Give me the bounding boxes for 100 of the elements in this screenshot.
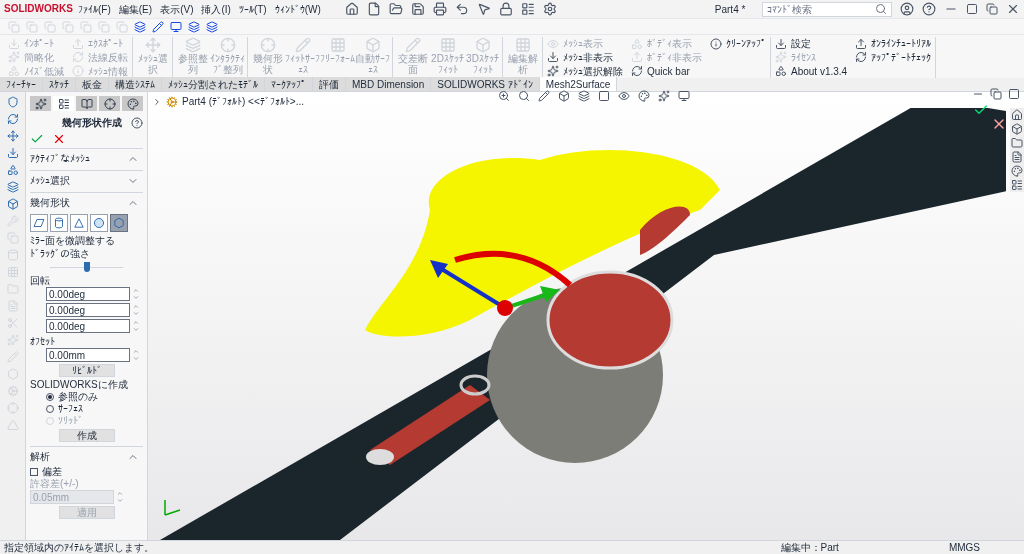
ribbon-tab[interactable]: MBD Dimension bbox=[346, 77, 432, 91]
tool-icon[interactable] bbox=[6, 147, 19, 159]
expand-icon[interactable] bbox=[152, 97, 162, 107]
slider-thumb[interactable] bbox=[83, 262, 90, 272]
shape-button[interactable] bbox=[50, 214, 68, 232]
help-icon[interactable] bbox=[131, 116, 143, 129]
toolbar-icon[interactable] bbox=[520, 2, 535, 16]
task-pane-icon[interactable] bbox=[1011, 109, 1023, 121]
view-tool-icon[interactable] bbox=[598, 90, 610, 102]
editing-status: 編集中：Part bbox=[780, 541, 839, 554]
view-tool-icon[interactable] bbox=[618, 90, 630, 102]
rotation-field[interactable]: 0.00deg bbox=[46, 287, 130, 301]
ribbon-tab[interactable]: ﾌｨｰﾁｬｰ bbox=[0, 77, 43, 91]
menu-item[interactable]: ﾌｧｲﾙ(F) bbox=[78, 1, 111, 17]
ribbon-tab[interactable]: ﾏｰｸｱｯﾌﾟ bbox=[265, 77, 313, 91]
maximize-icon[interactable] bbox=[1008, 88, 1020, 100]
toolbar-icon[interactable] bbox=[454, 2, 469, 16]
ribbon-tab[interactable]: ﾒｯｼｭ分割されたﾓﾃﾞﾙ bbox=[162, 77, 265, 91]
view-tool-icon[interactable] bbox=[658, 90, 670, 102]
maximize-icon[interactable] bbox=[966, 3, 978, 15]
task-pane-icon[interactable] bbox=[1011, 151, 1023, 163]
ribbon-command[interactable]: ｵﾝﾗｲﾝﾁｭｰﾄﾘｱﾙ bbox=[853, 37, 934, 51]
command-icon bbox=[631, 37, 643, 50]
menu-item[interactable]: 挿入(I) bbox=[201, 1, 231, 17]
offset-field[interactable]: 0.00mm bbox=[46, 348, 130, 362]
cylinder-icon bbox=[52, 216, 66, 230]
tool-icon[interactable] bbox=[6, 96, 19, 108]
toolbar-icon[interactable] bbox=[366, 2, 381, 16]
view-tool-icon[interactable] bbox=[538, 90, 550, 102]
toolbar-icon[interactable] bbox=[344, 2, 359, 16]
command-search-field[interactable]: ｺﾏﾝﾄﾞ検索 bbox=[762, 1, 892, 17]
create-button[interactable]: 作成 bbox=[58, 429, 115, 442]
view-tool-icon[interactable] bbox=[558, 90, 570, 102]
menu-item[interactable]: ﾂｰﾙ(T) bbox=[238, 1, 267, 17]
menu-item[interactable]: 表示(V) bbox=[160, 1, 194, 17]
restore-icon[interactable] bbox=[986, 3, 998, 15]
toolbar-icon[interactable] bbox=[170, 20, 182, 33]
menu-item[interactable]: 編集(E) bbox=[118, 1, 153, 17]
toolbar-icon[interactable] bbox=[152, 20, 164, 33]
toolbar-icon[interactable] bbox=[432, 2, 447, 16]
shape-button[interactable] bbox=[70, 214, 88, 232]
rebuild-button[interactable]: ﾘﾋﾞﾙﾄﾞ bbox=[58, 364, 115, 377]
restore-icon[interactable] bbox=[990, 88, 1002, 100]
rotation-field[interactable]: 0.00deg bbox=[46, 303, 130, 317]
view-tool-icon[interactable] bbox=[578, 90, 590, 102]
panel-title: 幾何形状作成 bbox=[62, 116, 122, 130]
account-icon[interactable] bbox=[900, 2, 914, 16]
tool-icon[interactable] bbox=[6, 181, 19, 193]
shape-button[interactable] bbox=[30, 214, 48, 232]
toolbar-icon[interactable] bbox=[206, 20, 218, 33]
panel-tab[interactable] bbox=[53, 96, 74, 111]
ribbon-command[interactable]: ｸﾘｰﾝｱｯﾌﾟ bbox=[708, 37, 768, 51]
ribbon-tab[interactable]: 評価 bbox=[313, 77, 346, 91]
ribbon-tab[interactable]: Mesh2Surface bbox=[539, 77, 618, 91]
units-status[interactable]: MMGS bbox=[948, 541, 980, 554]
toolbar-icon[interactable] bbox=[498, 2, 513, 16]
task-pane-icon[interactable] bbox=[1011, 123, 1023, 135]
ribbon-command[interactable]: Quick bar bbox=[629, 64, 704, 78]
view-tool-icon[interactable] bbox=[678, 90, 690, 102]
close-icon[interactable] bbox=[1006, 2, 1020, 16]
menu-item[interactable]: ｳｨﾝﾄﾞｳ(W) bbox=[274, 1, 321, 17]
drag-strength-label: ﾄﾞﾗｯｸﾞの強さ bbox=[30, 247, 91, 260]
panel-tab[interactable] bbox=[76, 96, 97, 111]
ribbon-tab[interactable]: 板金 bbox=[76, 77, 109, 91]
section-title: 幾何形状 bbox=[30, 196, 70, 210]
ribbon-command[interactable]: About v1.3.4 bbox=[773, 64, 850, 78]
ribbon-tab[interactable]: ｽｹｯﾁ bbox=[43, 77, 76, 91]
toolbar-icon[interactable] bbox=[476, 2, 491, 16]
command-icon bbox=[547, 37, 559, 50]
shape-button[interactable] bbox=[90, 214, 108, 232]
view-tool-icon[interactable] bbox=[638, 90, 650, 102]
tool-icon[interactable] bbox=[6, 113, 19, 125]
task-pane-icon[interactable] bbox=[1011, 165, 1023, 177]
ribbon-command[interactable]: ｱｯﾌﾟﾃﾞｰﾄﾁｪｯｸ bbox=[853, 50, 934, 65]
tree-item[interactable]: Part4 (ﾃﾞﾌｫﾙﾄ) <<ﾃﾞﾌｫﾙﾄ>... bbox=[182, 96, 304, 108]
toolbar-icon[interactable] bbox=[388, 2, 403, 16]
ribbon-tab[interactable]: 構造ｼｽﾃﾑ bbox=[109, 77, 162, 91]
tool-icon[interactable] bbox=[6, 164, 19, 176]
ribbon-command[interactable]: 設定 bbox=[773, 37, 850, 51]
toolbar-icon[interactable] bbox=[542, 2, 557, 16]
view-tool-icon[interactable] bbox=[498, 90, 510, 102]
sphere-icon bbox=[92, 216, 106, 230]
task-pane-icon[interactable] bbox=[1011, 179, 1023, 191]
help-icon[interactable] bbox=[922, 2, 936, 16]
ribbon-command[interactable]: ﾒｯｼｭ非表示 bbox=[545, 50, 625, 65]
task-pane-icon[interactable] bbox=[1011, 137, 1023, 149]
ribbon-tab[interactable]: SOLIDWORKS ｱﾄﾞｲﾝ bbox=[431, 77, 540, 91]
tool-icon[interactable] bbox=[6, 130, 19, 142]
toolbar-icon[interactable] bbox=[134, 20, 146, 33]
command-icon bbox=[404, 37, 421, 53]
drag-strength-slider[interactable] bbox=[50, 262, 123, 272]
view-tool-icon[interactable] bbox=[518, 90, 530, 102]
toolbar-icon[interactable] bbox=[188, 20, 200, 33]
command-icon bbox=[72, 65, 84, 78]
tool-icon[interactable] bbox=[6, 198, 19, 210]
toolbar-icon[interactable] bbox=[410, 2, 425, 16]
ribbon-command[interactable]: ﾒｯｼｭ選択解除 bbox=[545, 64, 625, 78]
radio-button[interactable] bbox=[46, 393, 54, 401]
rotation-label: 回転 bbox=[30, 274, 51, 287]
rotation-field[interactable]: 0.00deg bbox=[46, 319, 130, 333]
